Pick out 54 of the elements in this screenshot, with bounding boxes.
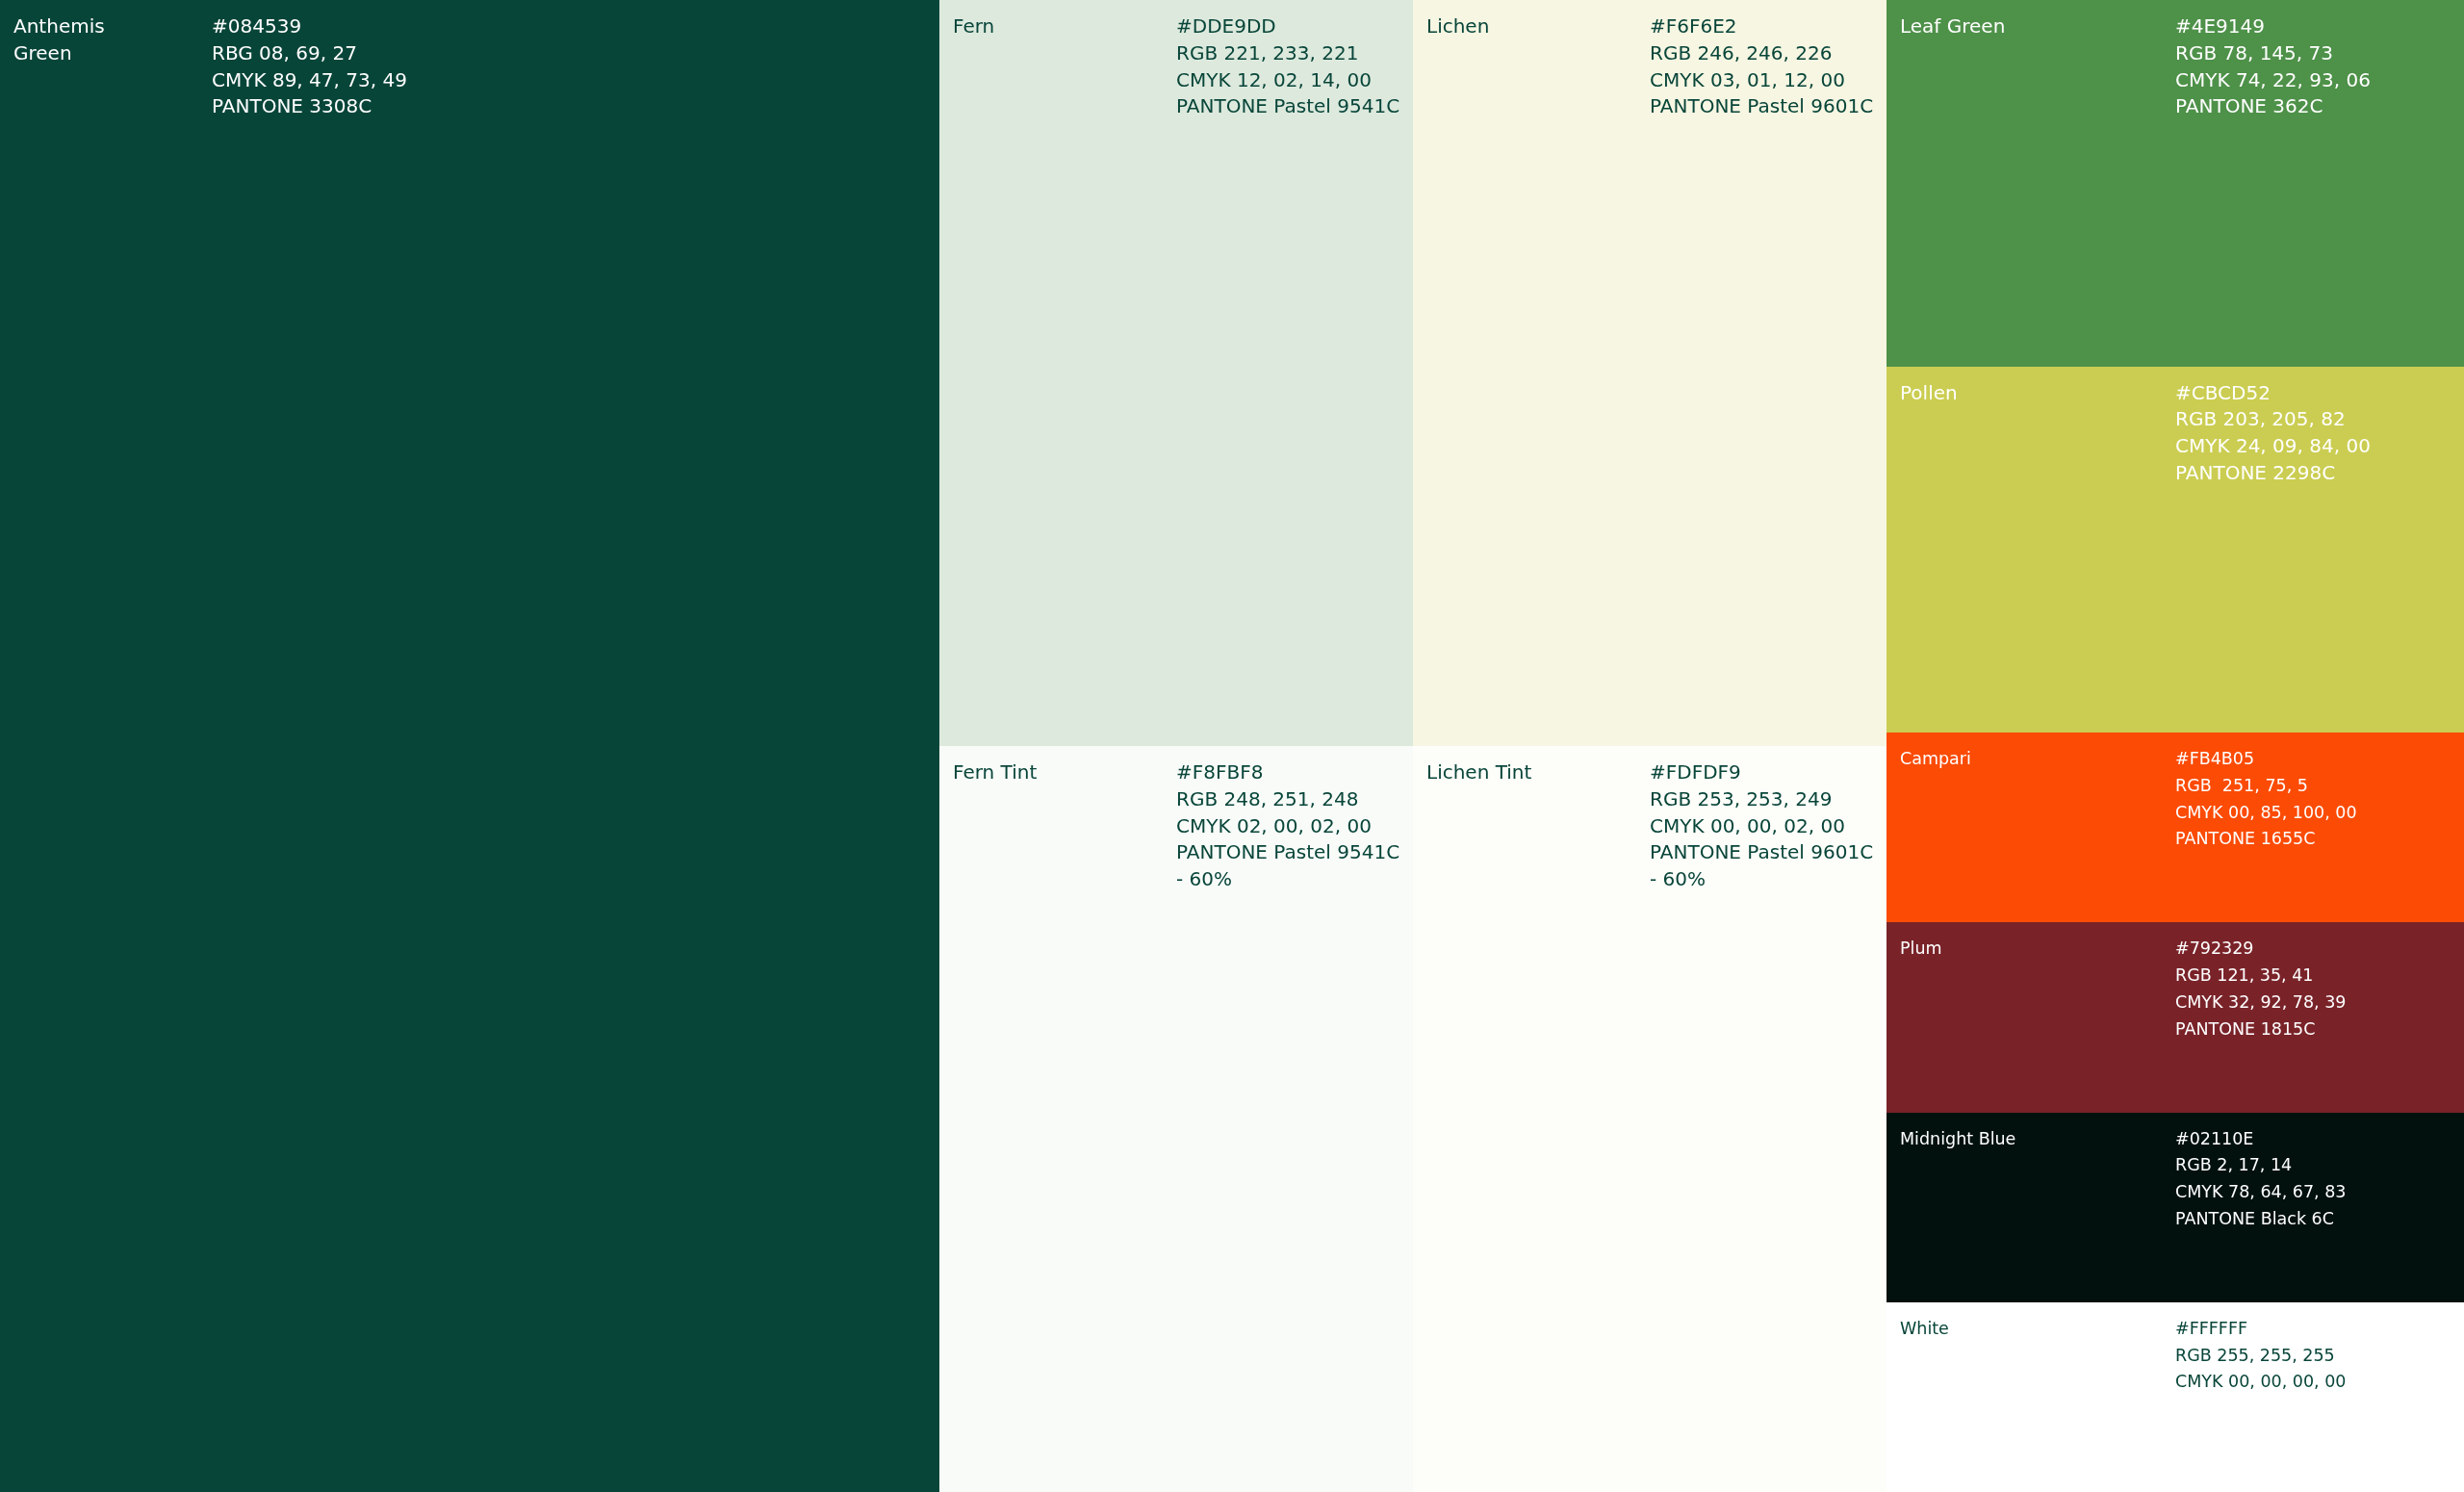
color-value: RBG 08, 69, 27 [212, 39, 357, 66]
color-name: Midnight Blue [1900, 1127, 2017, 1150]
color-value: CMYK 00, 00, 02, 00 [1650, 812, 1845, 839]
color-value: RGB 255, 255, 255 [2175, 1344, 2335, 1367]
color-value: PANTONE 1815C [2175, 1017, 2316, 1041]
color-value: CMYK 24, 09, 84, 00 [2175, 433, 2371, 460]
color-value: #02110E [2175, 1127, 2254, 1150]
color-value: #F8FBF8 [1176, 759, 1264, 785]
color-name: Campari [1900, 748, 1972, 770]
color-name: Lichen Tint [1426, 759, 1533, 785]
color-name: Fern Tint [953, 759, 1039, 785]
color-value: #DDE9DD [1176, 13, 1276, 39]
color-value: PANTONE 2298C [2175, 459, 2336, 486]
color-name: Lichen [1426, 13, 1491, 39]
color-value: RGB 203, 205, 82 [2175, 406, 2346, 433]
color-value: CMYK 32, 92, 78, 39 [2175, 990, 2347, 1014]
color-value: PANTONE Pastel 9541C [1176, 93, 1400, 120]
color-value: CMYK 00, 00, 00, 00 [2175, 1371, 2347, 1394]
color-value: PANTONE Black 6C [2175, 1207, 2334, 1230]
color-value: CMYK 78, 64, 67, 83 [2175, 1181, 2347, 1204]
color-value: CMYK 02, 00, 02, 00 [1176, 812, 1372, 839]
color-value: #CBCD52 [2175, 379, 2271, 406]
color-name: Fern [953, 13, 996, 39]
color-value: #792329 [2175, 938, 2254, 961]
color-name: Leaf Green [1900, 13, 2007, 39]
color-value: #084539 [212, 13, 302, 39]
color-value: CMYK 03, 01, 12, 00 [1650, 66, 1845, 93]
color-value: PANTONE Pastel 9541C - 60% [1176, 839, 1401, 893]
color-value: RGB 248, 251, 248 [1176, 785, 1359, 812]
color-value: #FDFDF9 [1650, 759, 1741, 785]
color-value: PANTONE 362C [2175, 93, 2323, 120]
color-value: RGB 121, 35, 41 [2175, 965, 2314, 988]
color-value: PANTONE 3308C [212, 93, 372, 120]
color-value: PANTONE 1655C [2175, 828, 2316, 851]
color-name: Pollen [1900, 379, 1959, 406]
color-value: RGB 251, 75, 5 [2175, 774, 2308, 797]
color-value: RGB 246, 246, 226 [1650, 39, 1833, 66]
color-value: #4E9149 [2175, 13, 2266, 39]
color-value: CMYK 00, 85, 100, 00 [2175, 801, 2357, 824]
color-value: PANTONE Pastel 9601C - 60% [1650, 839, 1875, 893]
color-value: #F6F6E2 [1650, 13, 1737, 39]
color-value: RGB 78, 145, 73 [2175, 39, 2333, 66]
color-value: RGB 253, 253, 249 [1650, 785, 1833, 812]
color-value: CMYK 89, 47, 73, 49 [212, 66, 407, 93]
color-name: White [1900, 1317, 1950, 1340]
color-name: Plum [1900, 938, 1943, 961]
color-value: CMYK 74, 22, 93, 06 [2175, 66, 2371, 93]
color-value: #FFFFFF [2175, 1317, 2248, 1340]
color-value: RGB 2, 17, 14 [2175, 1154, 2293, 1177]
color-name: Anthemis Green [13, 13, 106, 66]
color-value: CMYK 12, 02, 14, 00 [1176, 66, 1372, 93]
color-value: PANTONE Pastel 9601C [1650, 93, 1874, 120]
color-value: #FB4B05 [2175, 748, 2255, 770]
color-value: RGB 221, 233, 221 [1176, 39, 1359, 66]
